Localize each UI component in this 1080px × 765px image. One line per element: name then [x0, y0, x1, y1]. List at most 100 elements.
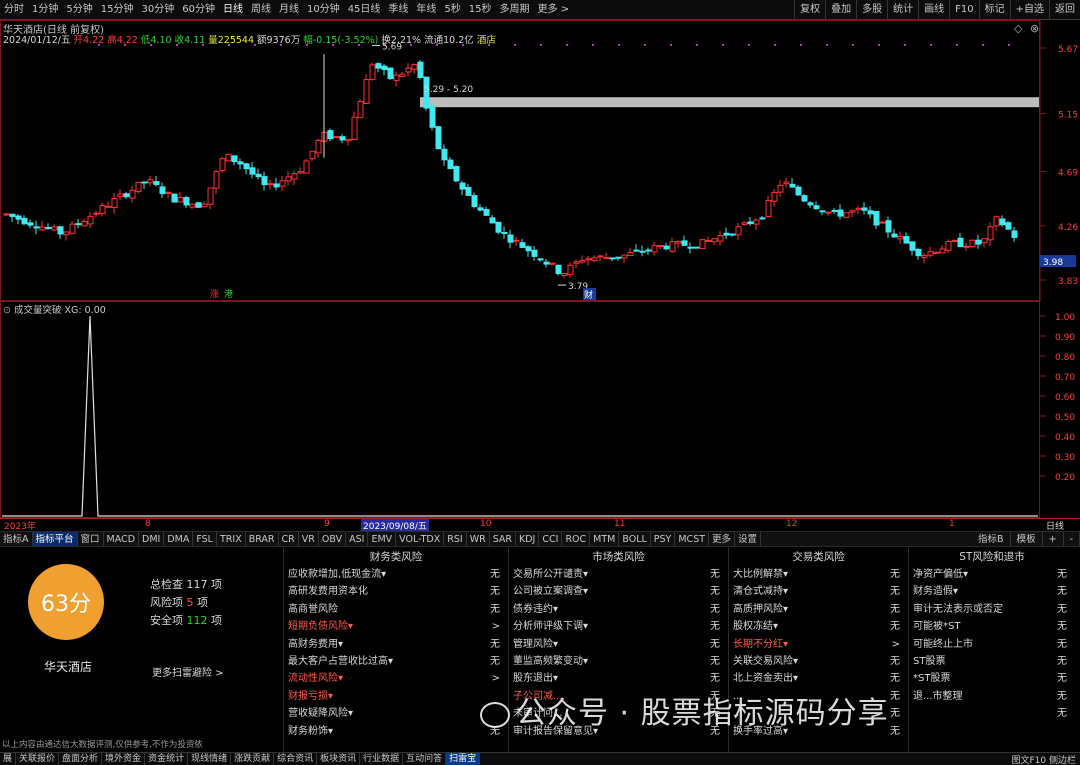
indicator-tab-1[interactable]: 指标平台 [32, 531, 78, 547]
indicator-chart[interactable]: 1.00 0.90 0.80 0.70 0.60 0.50 0.40 0.30 0.20 [0, 300, 1080, 518]
period-12[interactable]: 年线 [412, 0, 440, 20]
footer-tab-1[interactable]: 关联报价 [16, 752, 60, 765]
risk-item[interactable]: 财务粉饰▾ 无 [284, 723, 508, 740]
indicator-tab-11[interactable]: OBV [319, 531, 347, 547]
risk-item[interactable]: 最大客户占营收比过高▾ 无 [284, 653, 508, 670]
risk-item[interactable]: 长期不分红▾ > [729, 636, 908, 653]
tool-button-1[interactable]: 叠加 [825, 0, 856, 20]
indicator-tab-0[interactable]: 指标A [0, 531, 33, 547]
footer-tab-3[interactable]: 境外资金 [102, 752, 146, 765]
footer-tab-2[interactable]: 盘面分析 [59, 752, 103, 765]
risk-item[interactable]: 交易所公开谴责▾ 无 [509, 566, 728, 583]
period-11[interactable]: 季线 [384, 0, 412, 20]
indicator-tab-5[interactable]: DMA [164, 531, 194, 547]
indicator-tab-15[interactable]: RSI [444, 531, 467, 547]
risk-item[interactable]: 财报亏损▾ [284, 688, 508, 705]
period-4[interactable]: 30分钟 [137, 0, 178, 20]
indicator-tab-12[interactable]: ASI [346, 531, 369, 547]
indicator-right-3[interactable]: - [1064, 531, 1080, 547]
footer-tab-11[interactable]: 扫雷宝 [446, 752, 481, 765]
indicator-tab-26[interactable]: 设置 [735, 531, 762, 547]
risk-item[interactable]: 北上资金卖出▾ 无 [729, 670, 908, 687]
indicator-tab-17[interactable]: SAR [490, 531, 517, 547]
footer-tab-7[interactable]: 综合资讯 [274, 752, 318, 765]
period-14[interactable]: 15秒 [465, 0, 496, 20]
indicator-tab-14[interactable]: VOL-TDX [396, 531, 445, 547]
indicator-tab-10[interactable]: VR [299, 531, 319, 547]
indicator-right-0[interactable]: 指标B [972, 531, 1011, 547]
risk-item[interactable]: 营收疑降风险▾ [284, 705, 508, 722]
chart-options-icon[interactable]: ◇ [1014, 22, 1022, 35]
risk-item[interactable]: 股东退出▾ 无 [509, 670, 728, 687]
footer-tab-5[interactable]: 现线情绪 [188, 752, 232, 765]
risk-item[interactable]: 净资产偏低▾ 无 [909, 566, 1075, 583]
period-10[interactable]: 45日线 [344, 0, 385, 20]
risk-item[interactable]: 高质押风险▾ 无 [729, 601, 908, 618]
period-6[interactable]: 日线 [219, 0, 247, 20]
tool-button-2[interactable]: 多股 [856, 0, 887, 20]
period-0[interactable]: 分时 [0, 0, 28, 20]
footer-tab-10[interactable]: 互动问答 [403, 752, 447, 765]
indicator-tab-8[interactable]: BRAR [246, 531, 279, 547]
indicator-tab-21[interactable]: MTM [590, 531, 620, 547]
chart-close-icon[interactable]: ⊗ [1030, 22, 1039, 35]
indicator-tab-20[interactable]: ROC [562, 531, 591, 547]
tool-button-5[interactable]: F10 [949, 0, 978, 20]
indicator-tab-9[interactable]: CR [279, 531, 299, 547]
risk-item[interactable]: ST股票 无 [909, 653, 1075, 670]
indicator-tab-7[interactable]: TRIX [217, 531, 246, 547]
risk-item[interactable]: 高商誉风险 无 [284, 601, 508, 618]
risk-item[interactable]: 关联交易风险▾ 无 [729, 653, 908, 670]
candlestick-chart[interactable]: 5.675.154.694.263.833.985.695.29 - 5.203… [0, 20, 1080, 302]
risk-item[interactable]: 可能被*ST 无 [909, 618, 1075, 635]
risk-item[interactable]: 大比例解禁▾ 无 [729, 566, 908, 583]
indicator-tab-13[interactable]: EMV [368, 531, 397, 547]
indicator-tab-16[interactable]: WR [467, 531, 490, 547]
risk-item[interactable]: 流动性风险▾ > [284, 670, 508, 687]
footer-tab-0[interactable]: 展 [0, 752, 17, 765]
indicator-settings-icon[interactable]: ⊙ [3, 305, 11, 316]
period-15[interactable]: 多周期 [496, 0, 534, 20]
indicator-tab-4[interactable]: DMI [139, 531, 165, 547]
indicator-tab-2[interactable]: 窗口 [78, 531, 104, 547]
period-8[interactable]: 月线 [275, 0, 303, 20]
risk-item[interactable]: 高研发费用资本化 无 [284, 583, 508, 600]
indicator-tab-23[interactable]: PSY [651, 531, 676, 547]
risk-item[interactable]: 退...市整理 无 [909, 688, 1075, 705]
risk-item[interactable]: 债券违约▾ 无 [509, 601, 728, 618]
risk-item[interactable]: 公司被立案调查▾ 无 [509, 583, 728, 600]
footer-right[interactable]: 图文F10 侧边栏 [1012, 753, 1080, 765]
risk-item[interactable]: 分析师评级下调▾ 无 [509, 618, 728, 635]
tool-button-3[interactable]: 统计 [887, 0, 918, 20]
indicator-right-2[interactable]: + [1043, 531, 1064, 547]
footer-tab-8[interactable]: 板块资讯 [317, 752, 361, 765]
tool-button-6[interactable]: 标记 [978, 0, 1010, 20]
indicator-tab-3[interactable]: MACD [104, 531, 140, 547]
risk-item[interactable]: 应收款增加,低现金流▾ 无 [284, 566, 508, 583]
tool-button-7[interactable]: +自选 [1009, 0, 1049, 20]
indicator-tab-19[interactable]: CCI [539, 531, 563, 547]
more-risk-link[interactable]: 更多扫雷避险 > [152, 664, 224, 679]
indicator-tab-25[interactable]: 更多 [709, 531, 736, 547]
period-2[interactable]: 5分钟 [62, 0, 96, 20]
indicator-tab-24[interactable]: MCST [675, 531, 710, 547]
period-13[interactable]: 5秒 [440, 0, 464, 20]
risk-item[interactable]: 高财务费用▾ 无 [284, 636, 508, 653]
period-3[interactable]: 15分钟 [97, 0, 138, 20]
risk-item[interactable]: 可能终止上市 无 [909, 636, 1075, 653]
risk-item[interactable] [909, 723, 1075, 740]
risk-item[interactable]: *ST股票 无 [909, 670, 1075, 687]
tool-button-8[interactable]: 返回 [1049, 0, 1080, 20]
risk-item[interactable]: 短期负债风险▾ > [284, 618, 508, 635]
footer-tab-4[interactable]: 资金统计 [145, 752, 189, 765]
risk-item[interactable]: 管理风险▾ 无 [509, 636, 728, 653]
period-16[interactable]: 更多 > [534, 0, 574, 20]
risk-item[interactable]: 审计无法表示或否定 无 [909, 601, 1075, 618]
indicator-tab-22[interactable]: BOLL [619, 531, 651, 547]
risk-item[interactable]: 无 [909, 705, 1075, 722]
period-1[interactable]: 1分钟 [28, 0, 62, 20]
period-5[interactable]: 60分钟 [178, 0, 219, 20]
footer-tab-6[interactable]: 涨跌贡献 [231, 752, 275, 765]
risk-item[interactable]: 股权冻结▾ 无 [729, 618, 908, 635]
tool-button-0[interactable]: 复权 [794, 0, 825, 20]
